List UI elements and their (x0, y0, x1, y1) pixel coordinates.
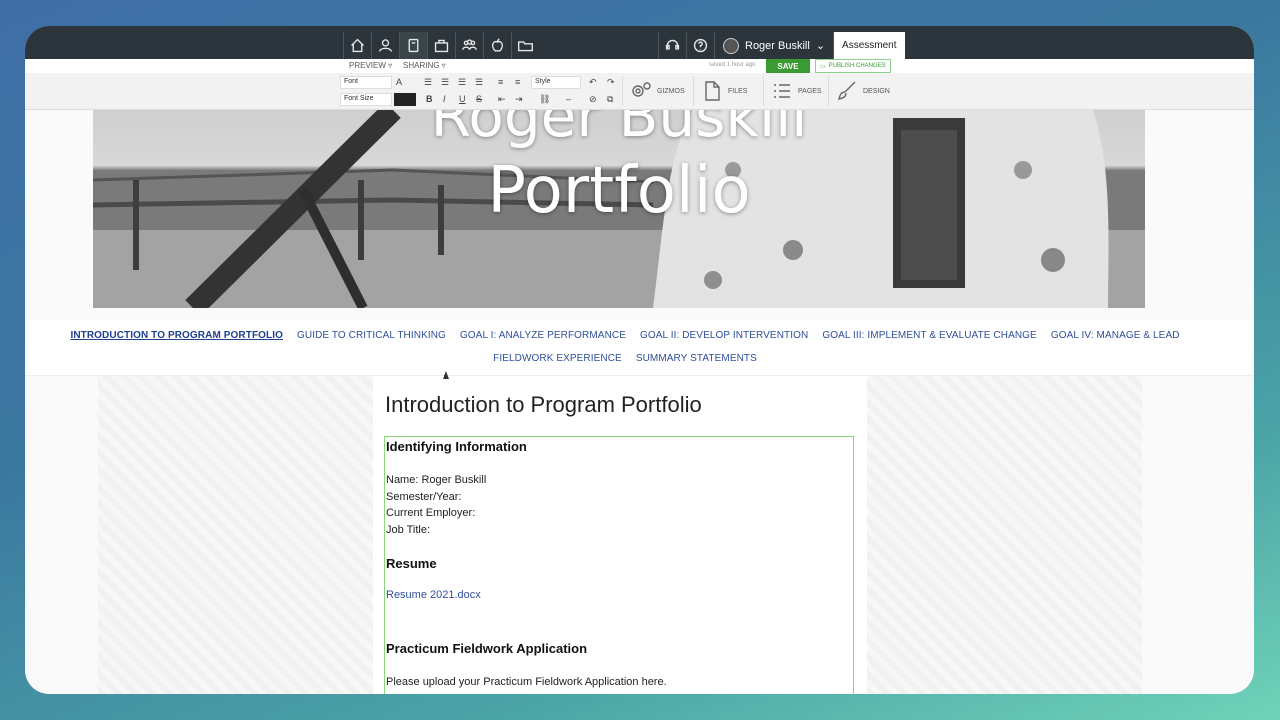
link-icon[interactable]: ⛓ (539, 93, 550, 105)
help-icon[interactable] (686, 32, 714, 59)
nav-link-critical-thinking[interactable]: GUIDE TO CRITICAL THINKING (297, 330, 446, 341)
publish-label: PUBLISH CHANGES (828, 63, 886, 69)
avatar (723, 37, 739, 54)
identifying-heading: Identifying Information (386, 439, 527, 454)
outdent-icon[interactable]: ⇤ (498, 93, 506, 105)
nav-link-goal-3[interactable]: GOAL III: IMPLEMENT & EVALUATE CHANGE (822, 330, 1037, 341)
sharing-menu[interactable]: SHARING ▿ (403, 61, 446, 70)
nav-link-fieldwork[interactable]: FIELDWORK EXPERIENCE (493, 353, 622, 364)
strike-button[interactable]: S (476, 93, 482, 105)
font-select-label: Font (344, 78, 359, 85)
main-nav (343, 32, 539, 59)
files-label: FILES (728, 87, 748, 95)
monitor-icon: ▭ (820, 63, 826, 70)
user-icon[interactable] (371, 32, 399, 59)
preview-label: PREVIEW (349, 61, 386, 70)
semester-field: Semester/Year: (386, 490, 462, 503)
resume-link[interactable]: Resume 2021.docx (386, 589, 852, 601)
banner-title-line2: Portfolio (487, 154, 751, 228)
style-select[interactable]: Style (531, 76, 581, 89)
edit-subbar: PREVIEW ▿ SHARING ▿ saved 1 hour ago SAV… (25, 59, 1254, 73)
job-title-field: Job Title: (386, 523, 431, 536)
align-center-icon[interactable]: ☰ (441, 76, 449, 88)
nav-link-goal-2[interactable]: GOAL II: DEVELOP INTERVENTION (640, 330, 808, 341)
pages-button[interactable]: PAGES (763, 76, 828, 106)
save-button[interactable]: SAVE (766, 59, 810, 73)
name-field: Name: Roger Buskill (386, 474, 487, 486)
preview-menu[interactable]: PREVIEW ▿ (349, 61, 392, 70)
numbered-list-icon[interactable]: ≡ (515, 76, 520, 88)
assessment-button[interactable]: Assessment (833, 32, 905, 59)
background-pattern-right (867, 376, 1142, 694)
nav-link-goal-1[interactable]: GOAL I: ANALYZE PERFORMANCE (460, 330, 626, 341)
mouse-cursor-tail (444, 375, 446, 379)
font-size-label: Font Size (344, 95, 374, 102)
editor-toolbar: Font Font Size A ☰ ☰ ☰ ☰ B I U S ≡ ≡ ⇤ ⇥… (25, 73, 1254, 110)
align-left-icon[interactable]: ☰ (424, 76, 432, 88)
pages-label: PAGES (798, 87, 822, 95)
editable-text-block[interactable]: Identifying Information Name: Roger Busk… (384, 436, 854, 694)
design-button[interactable]: DESIGN (828, 76, 896, 106)
design-label: DESIGN (863, 87, 890, 95)
publish-changes-button[interactable]: ▭ PUBLISH CHANGES (815, 59, 891, 73)
background-pattern-left (98, 376, 373, 694)
saved-status: saved 1 hour ago (709, 62, 756, 68)
font-color-button[interactable]: A (396, 76, 402, 88)
support-icon[interactable] (658, 32, 686, 59)
undo-icon[interactable]: ↶ (589, 76, 597, 88)
page-title: Introduction to Program Portfolio (385, 392, 702, 417)
portfolio-banner: Roger Buskill Portfolio (93, 110, 1145, 308)
gizmos-label: GIZMOS (657, 87, 685, 95)
sharing-label: SHARING (403, 61, 440, 70)
align-right-icon[interactable]: ☰ (458, 76, 466, 88)
user-name: Roger Buskill (745, 39, 810, 52)
chevron-down-icon: ⌄ (815, 40, 826, 52)
clear-format-icon[interactable]: ⊘ (589, 93, 597, 105)
font-size-select[interactable]: Font Size (340, 93, 392, 106)
resume-heading: Resume (386, 556, 437, 571)
group-icon[interactable] (455, 32, 483, 59)
practicum-text: Please upload your Practicum Fieldwork A… (386, 676, 667, 688)
right-nav: Roger Buskill ⌄ Assessment (658, 32, 905, 59)
redo-icon[interactable]: ↷ (607, 76, 615, 88)
italic-button[interactable]: I (443, 93, 446, 105)
list-icon (774, 84, 790, 98)
nav-link-goal-4[interactable]: GOAL IV: MANAGE & LEAD (1051, 330, 1180, 341)
folder-icon[interactable] (511, 32, 539, 59)
briefcase-icon[interactable] (427, 32, 455, 59)
portfolio-icon[interactable] (399, 32, 427, 59)
gears-icon (632, 82, 651, 97)
indent-icon[interactable]: ⇥ (515, 93, 523, 105)
gizmos-button[interactable]: GIZMOS (622, 76, 691, 106)
color-swatch[interactable] (394, 93, 416, 106)
justify-icon[interactable]: ☰ (475, 76, 483, 88)
employer-field: Current Employer: (386, 507, 476, 519)
browser-window: Roger Buskill ⌄ Assessment PREVIEW ▿ SHA… (25, 26, 1254, 694)
app-topbar: Roger Buskill ⌄ Assessment (25, 26, 1254, 59)
home-icon[interactable] (343, 32, 371, 59)
page-content: Introduction to Program Portfolio Identi… (373, 376, 867, 694)
apple-icon[interactable] (483, 32, 511, 59)
banner-title-line1: Roger Buskill (430, 110, 808, 150)
nav-link-summary[interactable]: SUMMARY STATEMENTS (636, 353, 757, 364)
underline-button[interactable]: U (459, 93, 466, 105)
unlink-icon[interactable]: – (566, 93, 571, 105)
bold-button[interactable]: B (426, 93, 433, 105)
brush-icon (838, 81, 856, 100)
practicum-heading: Practicum Fieldwork Application (386, 641, 588, 656)
bullet-list-icon[interactable]: ≡ (498, 76, 503, 88)
user-menu[interactable]: Roger Buskill ⌄ (714, 32, 833, 59)
source-icon[interactable]: ⧉ (607, 93, 613, 105)
file-icon (705, 81, 720, 101)
nav-link-introduction[interactable]: INTRODUCTION TO PROGRAM PORTFOLIO (70, 330, 283, 341)
font-select[interactable]: Font (340, 76, 392, 89)
portfolio-page-nav: INTRODUCTION TO PROGRAM PORTFOLIO GUIDE … (25, 320, 1254, 376)
files-button[interactable]: FILES (693, 76, 753, 106)
style-select-label: Style (535, 78, 551, 85)
